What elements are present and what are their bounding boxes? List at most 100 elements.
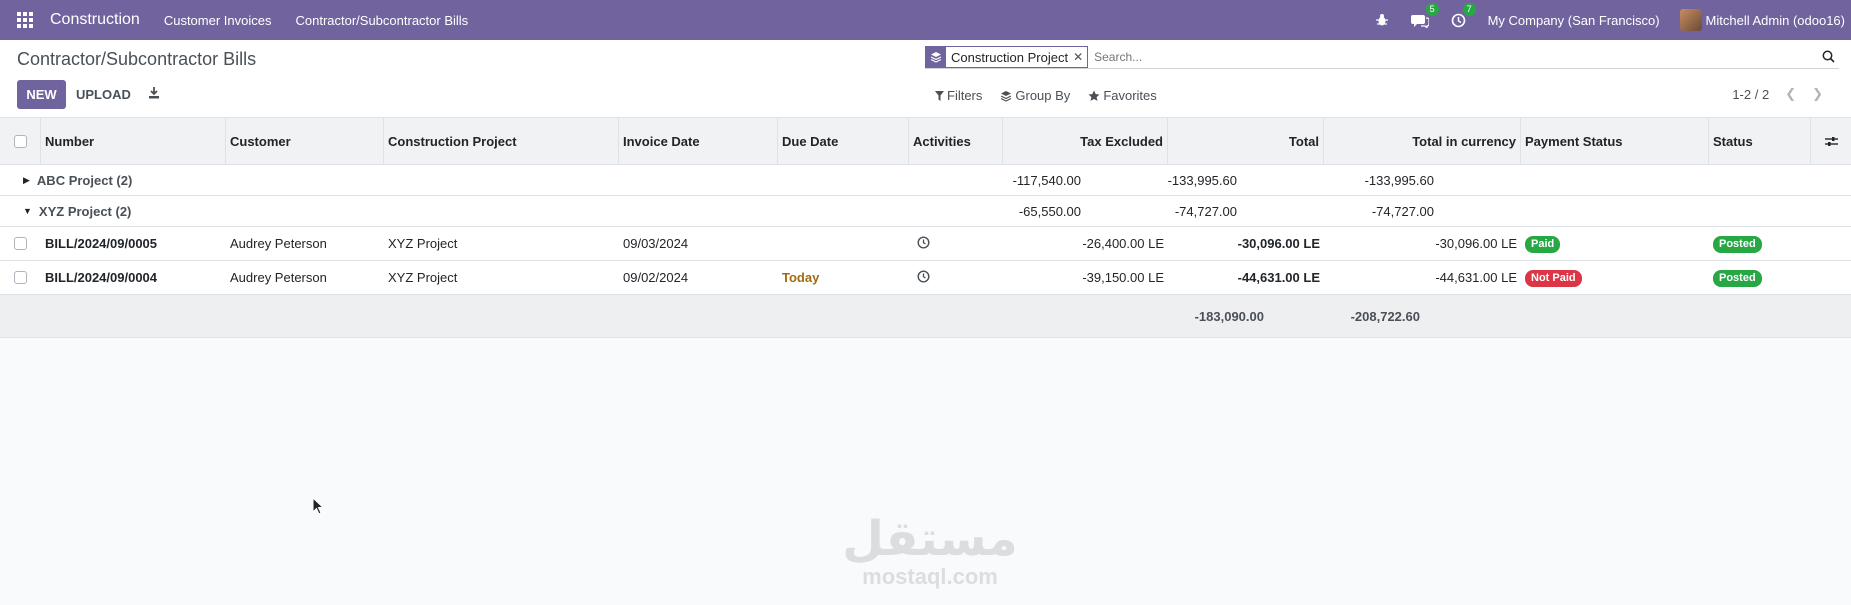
groupby-facet[interactable]: Construction Project ✕ [925, 46, 1089, 68]
layers-icon [926, 47, 946, 67]
group-tax-excluded: -65,550.00 [1018, 203, 1081, 219]
status-cell: Posted [1709, 269, 1811, 287]
header-customer[interactable]: Customer [226, 117, 384, 165]
company-switcher[interactable]: My Company (San Francisco) [1488, 13, 1660, 28]
sum-total: -208,722.60 [1350, 308, 1420, 324]
menu-contractor-bills[interactable]: Contractor/Subcontractor Bills [295, 13, 468, 28]
mouse-cursor-icon [312, 496, 325, 518]
group-name: XYZ Project (2) [38, 203, 132, 219]
filter-icon [935, 90, 944, 101]
user-menu[interactable]: Mitchell Admin (odoo16) [1679, 9, 1845, 31]
row-checkbox[interactable] [0, 271, 41, 284]
pager: 1-2 / 2 ❮ ❯ [1732, 86, 1823, 102]
header-project[interactable]: Construction Project [384, 117, 619, 165]
caret-right-icon: ▶ [23, 174, 30, 185]
watermark-latin: mostaql.com [862, 564, 998, 589]
invoice-date: 09/03/2024 [623, 236, 689, 251]
user-name: Mitchell Admin (odoo16) [1705, 12, 1845, 28]
top-navbar: Construction Customer Invoices Contracto… [0, 0, 1851, 40]
pager-previous-icon[interactable]: ❮ [1785, 86, 1796, 102]
watermark-arabic: مستقل [842, 511, 1018, 567]
apps-menu-icon[interactable] [0, 12, 50, 28]
messages-count-badge: 5 [1425, 2, 1439, 16]
activity-clock-icon[interactable] [909, 269, 1003, 286]
search-options: Filters Group By Favorites [935, 88, 1175, 103]
search-icon[interactable] [1822, 50, 1835, 66]
payment-status-badge: Not Paid [1525, 269, 1582, 287]
customer: Audrey Peterson [230, 270, 327, 285]
header-activities[interactable]: Activities [909, 117, 1003, 165]
header-due-date[interactable]: Due Date [778, 117, 909, 165]
star-icon [1088, 90, 1100, 101]
upload-button[interactable]: UPLOAD [76, 87, 131, 102]
favorites-label: Favorites [1103, 88, 1157, 103]
avatar [1679, 9, 1702, 31]
group-total-currency: -133,995.60 [1364, 172, 1434, 188]
group-label-xyz: ▼ XYZ Project (2) [0, 204, 826, 219]
project: XYZ Project [388, 236, 458, 251]
debug-icon[interactable] [1375, 13, 1389, 27]
status-badge: Posted [1713, 269, 1762, 287]
header-number[interactable]: Number [41, 117, 226, 165]
header-tax-excluded[interactable]: Tax Excluded [1003, 117, 1168, 165]
total-currency: -30,096.00 LE [1435, 236, 1517, 251]
group-row-xyz[interactable]: ▼ XYZ Project (2) -65,550.00 -74,727.00 … [0, 196, 1851, 227]
table-row[interactable]: BILL/2024/09/0004 Audrey Peterson XYZ Pr… [0, 261, 1851, 295]
due-date: Today [782, 270, 820, 285]
header-invoice-date[interactable]: Invoice Date [619, 117, 778, 165]
filters-button[interactable]: Filters [935, 88, 982, 103]
row-checkbox[interactable] [0, 237, 41, 250]
project: XYZ Project [388, 270, 458, 285]
group-total: -133,995.60 [1167, 172, 1237, 188]
total-currency: -44,631.00 LE [1435, 270, 1517, 285]
bill-number: BILL/2024/09/0004 [45, 270, 158, 285]
group-name: ABC Project (2) [36, 172, 133, 188]
activity-clock-icon[interactable] [909, 235, 1003, 252]
total: -44,631.00 LE [1237, 270, 1320, 285]
sum-tax-excluded: -183,090.00 [1194, 308, 1264, 324]
page-title: Contractor/Subcontractor Bills [17, 49, 257, 69]
totals-row: -183,090.00 -208,722.60 [0, 295, 1851, 338]
menu-customer-invoices[interactable]: Customer Invoices [164, 13, 272, 28]
header-total[interactable]: Total [1168, 117, 1324, 165]
group-tax-excluded: -117,540.00 [1012, 172, 1081, 188]
payment-status-cell: Not Paid [1521, 269, 1709, 287]
app-brand[interactable]: Construction [50, 11, 140, 29]
group-row-abc[interactable]: ▶ ABC Project (2) -117,540.00 -133,995.6… [0, 165, 1851, 196]
payment-status-cell: Paid [1521, 235, 1709, 253]
activities-count-badge: 7 [1462, 2, 1476, 16]
messages-icon[interactable]: 5 [1410, 2, 1439, 28]
pager-value[interactable]: 1-2 / 2 [1732, 87, 1769, 102]
group-label-abc: ▶ ABC Project (2) [0, 173, 826, 188]
group-total: -74,727.00 [1174, 203, 1237, 219]
pager-next-icon[interactable]: ❯ [1812, 86, 1823, 102]
bills-list-table: Number Customer Construction Project Inv… [0, 117, 1851, 338]
header-total-currency[interactable]: Total in currency [1324, 117, 1521, 165]
new-button[interactable]: NEW [17, 80, 66, 109]
groupby-label: Group By [1015, 88, 1071, 103]
table-row[interactable]: BILL/2024/09/0005 Audrey Peterson XYZ Pr… [0, 227, 1851, 261]
group-total-currency: -74,727.00 [1371, 203, 1434, 219]
select-all-checkbox[interactable] [0, 117, 41, 165]
control-panel: Contractor/Subcontractor Bills NEW UPLOA… [0, 40, 1851, 118]
invoice-date: 09/02/2024 [623, 270, 689, 285]
search-input[interactable] [1094, 50, 1839, 64]
header-payment-status[interactable]: Payment Status [1521, 117, 1709, 165]
payment-status-badge: Paid [1525, 235, 1561, 253]
facet-label: Construction Project [951, 49, 1069, 65]
optional-columns-icon[interactable] [1811, 118, 1851, 165]
favorites-button[interactable]: Favorites [1088, 88, 1157, 103]
status-cell: Posted [1709, 235, 1811, 253]
tax-excluded: -26,400.00 LE [1082, 236, 1164, 251]
download-icon[interactable] [148, 86, 160, 102]
header-status[interactable]: Status [1709, 117, 1811, 165]
customer: Audrey Peterson [230, 236, 327, 251]
search-bar: Construction Project ✕ [925, 46, 1839, 69]
groupby-button[interactable]: Group By [1000, 88, 1070, 103]
watermark: مستقل mostaql.com [840, 513, 1020, 589]
total: -30,096.00 LE [1237, 236, 1320, 251]
caret-down-icon: ▼ [23, 206, 32, 216]
activities-clock-icon[interactable]: 7 [1451, 2, 1476, 28]
facet-close-icon[interactable]: ✕ [1073, 50, 1087, 64]
bill-number: BILL/2024/09/0005 [45, 236, 158, 251]
